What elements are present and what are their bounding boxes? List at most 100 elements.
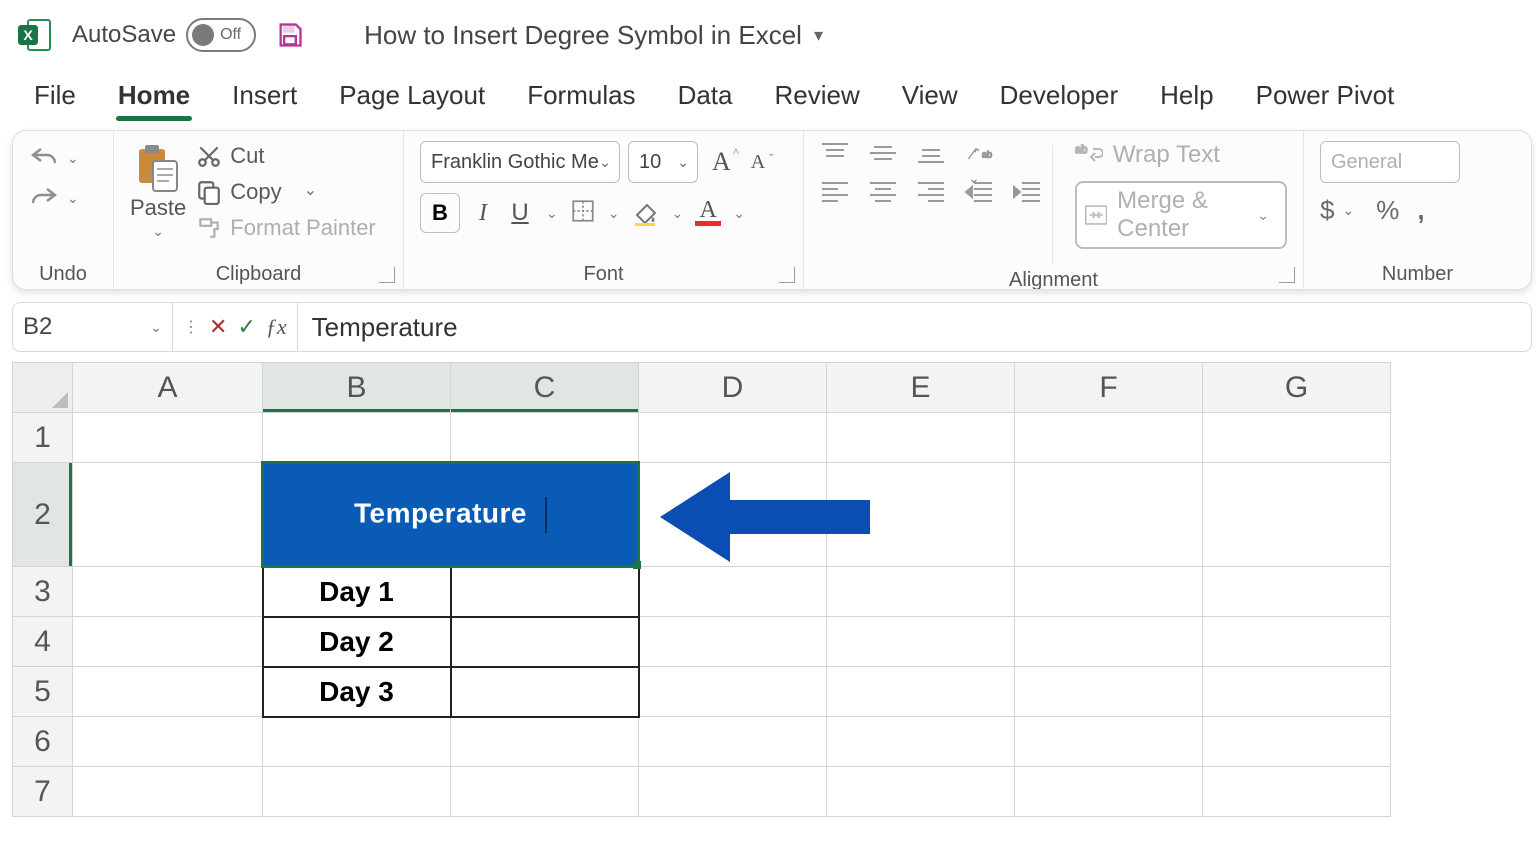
format-painter-button[interactable]: Format Painter [196,215,376,241]
cell[interactable] [1015,567,1203,617]
number-format-dropdown[interactable]: General [1320,141,1460,183]
worksheet-grid[interactable]: A B C D E F G 1 2 Temperature [12,362,1536,864]
name-box[interactable]: B2 ⌄ [13,303,173,351]
cell[interactable] [451,413,639,463]
cell[interactable] [639,413,827,463]
cell[interactable] [1203,667,1391,717]
chevron-down-icon[interactable]: ⌄ [604,205,624,222]
decrease-indent-button[interactable] [964,179,994,203]
underline-button[interactable]: U [506,199,534,227]
more-icon[interactable]: ⋮ [183,317,199,337]
col-header-b[interactable]: B [263,363,451,413]
cell-day-label[interactable]: Day 3 [263,667,451,717]
align-right-button[interactable] [916,179,946,203]
tab-view[interactable]: View [900,72,960,123]
tab-home[interactable]: Home [116,72,192,123]
col-header-d[interactable]: D [639,363,827,413]
borders-button[interactable] [570,198,596,229]
cell[interactable] [451,717,639,767]
cell[interactable] [1015,617,1203,667]
cell-day-value[interactable] [451,567,639,617]
cell[interactable] [73,567,263,617]
increase-font-size-button[interactable]: A^ [706,147,737,177]
col-header-g[interactable]: G [1203,363,1391,413]
row-header-5[interactable]: 5 [13,667,73,717]
save-icon[interactable] [276,21,304,49]
font-name-dropdown[interactable]: Franklin Gothic Me ⌄ [420,141,620,183]
align-left-button[interactable] [820,179,850,203]
cell[interactable] [1015,767,1203,817]
document-title[interactable]: How to Insert Degree Symbol in Excel ▾ [364,20,823,51]
cut-button[interactable]: Cut [196,143,376,169]
font-color-button[interactable]: A [695,200,721,226]
comma-style-button[interactable]: , [1417,195,1424,226]
chevron-down-icon[interactable]: ⌄ [667,205,687,222]
cell[interactable] [263,767,451,817]
cell[interactable] [1203,767,1391,817]
cell[interactable] [827,767,1015,817]
fill-color-button[interactable] [631,199,659,227]
redo-button[interactable]: ⌄ [29,185,83,211]
autosave-toggle[interactable]: Off [186,18,256,52]
cell[interactable] [1015,717,1203,767]
cell[interactable] [1015,667,1203,717]
chevron-down-icon[interactable]: ⌄ [729,205,749,222]
cell[interactable] [73,667,263,717]
cell[interactable] [73,617,263,667]
decrease-font-size-button[interactable]: Aˇ [745,151,771,174]
cell[interactable] [1015,413,1203,463]
cell[interactable] [1015,463,1203,567]
fx-icon[interactable]: ƒx [266,314,287,340]
cell-day-label[interactable]: Day 1 [263,567,451,617]
align-bottom-button[interactable] [916,141,946,165]
row-header-7[interactable]: 7 [13,767,73,817]
tab-developer[interactable]: Developer [998,72,1121,123]
tab-page-layout[interactable]: Page Layout [337,72,487,123]
cell[interactable] [639,717,827,767]
col-header-f[interactable]: F [1015,363,1203,413]
dialog-launcher-icon[interactable] [779,267,795,283]
row-header-4[interactable]: 4 [13,617,73,667]
row-header-6[interactable]: 6 [13,717,73,767]
merge-center-button[interactable]: Merge & Center ⌄ [1075,181,1287,249]
bold-button[interactable]: B [420,193,460,233]
cell[interactable] [263,717,451,767]
enter-formula-button[interactable]: ✓ [237,314,255,340]
col-header-a[interactable]: A [73,363,263,413]
orientation-button[interactable]: ab⌄ [964,141,1006,165]
dialog-launcher-icon[interactable] [379,267,395,283]
tab-file[interactable]: File [32,72,78,123]
cell[interactable] [451,767,639,817]
paste-button[interactable]: Paste ⌄ [130,141,186,240]
formula-input[interactable]: Temperature [298,312,1531,343]
cell[interactable] [1203,413,1391,463]
increase-indent-button[interactable] [1012,179,1042,203]
cell-day-value[interactable] [451,667,639,717]
tab-insert[interactable]: Insert [230,72,299,123]
row-header-3[interactable]: 3 [13,567,73,617]
cell[interactable] [639,567,827,617]
cell-day-value[interactable] [451,617,639,667]
col-header-e[interactable]: E [827,363,1015,413]
chevron-down-icon[interactable]: ⌄ [542,205,562,222]
tab-power-pivot[interactable]: Power Pivot [1254,72,1397,123]
cell-day-label[interactable]: Day 2 [263,617,451,667]
tab-data[interactable]: Data [676,72,735,123]
wrap-text-button[interactable]: ab Wrap Text [1075,141,1287,169]
tab-formulas[interactable]: Formulas [525,72,637,123]
col-header-c[interactable]: C [451,363,639,413]
align-middle-button[interactable] [868,141,898,165]
cell[interactable] [73,463,263,567]
cell[interactable] [827,567,1015,617]
italic-button[interactable]: I [468,200,498,227]
row-header-2[interactable]: 2 [13,463,73,567]
cell[interactable] [827,617,1015,667]
tab-help[interactable]: Help [1158,72,1215,123]
align-center-button[interactable] [868,179,898,203]
font-size-dropdown[interactable]: 10 ⌄ [628,141,698,183]
cell[interactable] [1203,717,1391,767]
merged-header-cell[interactable]: Temperature [263,463,639,567]
undo-button[interactable]: ⌄ [29,145,83,171]
cell[interactable] [639,667,827,717]
select-all-corner[interactable] [13,363,73,413]
